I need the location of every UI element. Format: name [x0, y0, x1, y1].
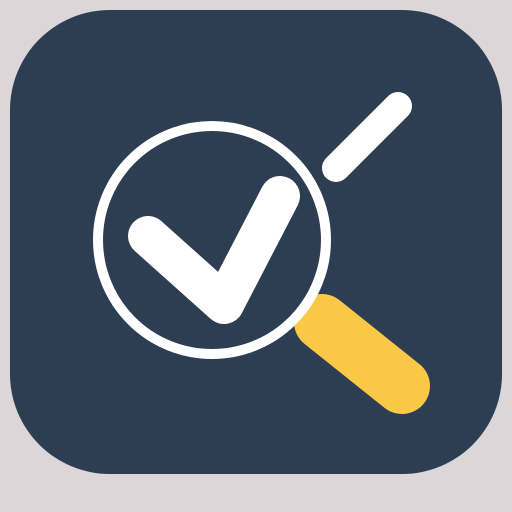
app-icon[interactable]	[0, 0, 512, 512]
canvas	[0, 0, 512, 512]
